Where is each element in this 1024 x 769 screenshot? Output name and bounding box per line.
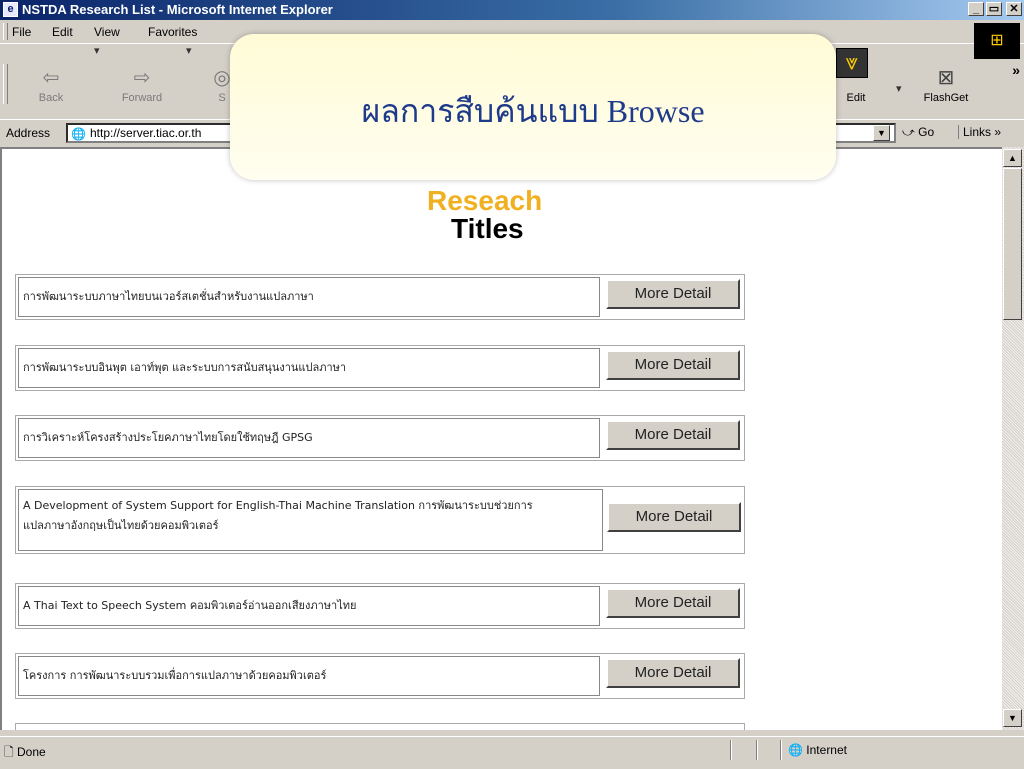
back-button[interactable]: ⇦ Back: [28, 64, 74, 104]
forward-label: Forward: [121, 92, 163, 104]
page-heading-titles: Titles: [451, 213, 524, 244]
table-row: การวิเคราะห์โครงสร้างประโยคภาษาไทยโดยใช้…: [15, 415, 745, 461]
scroll-up-button[interactable]: ▲: [1003, 149, 1022, 167]
status-bar: 🗋 Done 🌐 Internet: [0, 736, 1024, 769]
menu-edit[interactable]: Edit: [52, 25, 73, 39]
forward-arrow-icon: ⇨: [133, 67, 151, 89]
row-title: การวิเคราะห์โครงสร้างประโยคภาษาไทยโดยใช้…: [18, 418, 600, 458]
window-controls: _ ▭ ✕: [968, 2, 1022, 16]
minimize-button[interactable]: _: [968, 2, 984, 16]
more-detail-button[interactable]: More Detail: [606, 658, 740, 688]
stop-button[interactable]: ◎ S: [212, 64, 232, 104]
page-icon: 🌐: [71, 127, 86, 141]
menu-favorites[interactable]: Favorites: [148, 25, 197, 39]
back-arrow-icon: ⇦: [42, 67, 60, 89]
flashget-label: FlashGet: [923, 92, 969, 104]
address-label: Address: [6, 126, 51, 140]
more-detail-button[interactable]: More Detail: [606, 420, 740, 450]
stop-icon: ◎: [213, 67, 231, 89]
overlay-caption: ผลการสืบค้นแบบ Browse: [361, 93, 705, 129]
row-title-line2: แปลภาษาอังกฤษเป็นไทยด้วยคอมพิวเตอร์: [23, 519, 219, 532]
zone-label: Internet: [806, 743, 847, 757]
overlay-callout: ผลการสืบค้นแบบ Browse: [230, 34, 836, 180]
edit-dropdown-icon[interactable]: ▾: [896, 82, 902, 95]
forward-button[interactable]: ⇨ Forward: [112, 64, 172, 104]
ie-app-icon[interactable]: e: [3, 2, 18, 17]
toolbar-more-chevron[interactable]: »: [1012, 62, 1020, 78]
address-url: http://server.tiac.or.th: [90, 126, 202, 140]
table-row: A Thai Text to Speech System คอมพิวเตอร์…: [15, 583, 745, 629]
table-row: การพัฒนาระบบภาษาไทยบนเวอร์สเตชั่นสำหรับง…: [15, 274, 745, 320]
vertical-scrollbar[interactable]: ▲ ▼: [1002, 147, 1024, 730]
edit-label: Edit: [846, 92, 866, 104]
status-divider: [730, 740, 732, 760]
flashget-icon: ⊠: [937, 67, 955, 89]
scroll-down-button[interactable]: ▼: [1003, 709, 1022, 727]
row-title: A Thai Text to Speech System คอมพิวเตอร์…: [18, 586, 600, 626]
table-row: โครงการ การพัฒนาระบบรวมเพื่อการแปลภาษาด้…: [15, 653, 745, 699]
row-title-line1: A Development of System Support for Engl…: [23, 499, 533, 512]
more-detail-button[interactable]: More Detail: [607, 502, 741, 532]
page-content: Reseach Titles การพัฒนาระบบภาษาไทยบนเวอร…: [0, 147, 1002, 730]
go-button[interactable]: ⤻ Go: [902, 125, 934, 140]
back-label: Back: [38, 92, 64, 104]
menu-grip[interactable]: [3, 23, 8, 40]
table-row-partial: [15, 723, 745, 730]
links-button[interactable]: Links »: [958, 125, 1001, 139]
back-dropdown-icon[interactable]: ▾: [94, 44, 100, 57]
close-button[interactable]: ✕: [1006, 2, 1022, 16]
edit-button[interactable]: Edit: [836, 74, 876, 104]
menu-file[interactable]: File: [12, 25, 31, 39]
table-row: การพัฒนาระบบอินพุต เอาท์พุต และระบบการสน…: [15, 345, 745, 391]
page-status-icon: 🗋: [4, 745, 14, 759]
row-title: A Development of System Support for Engl…: [18, 489, 603, 551]
table-row: A Development of System Support for Engl…: [15, 486, 745, 554]
status-label: Done: [17, 745, 46, 759]
status-text: 🗋 Done: [4, 743, 46, 764]
menu-view[interactable]: View: [94, 25, 120, 39]
internet-globe-icon: 🌐: [788, 743, 803, 757]
status-divider: [756, 740, 758, 760]
go-label: Go: [918, 125, 935, 139]
security-zone: 🌐 Internet: [788, 743, 847, 757]
window-title: NSTDA Research List - Microsoft Internet…: [22, 2, 333, 17]
address-dropdown-icon[interactable]: ▼: [873, 125, 890, 141]
edit-icon[interactable]: ⩔: [836, 48, 868, 78]
forward-dropdown-icon[interactable]: ▾: [186, 44, 192, 57]
toolbar-grip[interactable]: [3, 64, 8, 104]
row-title: การพัฒนาระบบภาษาไทยบนเวอร์สเตชั่นสำหรับง…: [18, 277, 600, 317]
stop-label: S: [218, 92, 226, 104]
row-title: โครงการ การพัฒนาระบบรวมเพื่อการแปลภาษาด้…: [18, 656, 600, 696]
row-title: การพัฒนาระบบอินพุต เอาท์พุต และระบบการสน…: [18, 348, 600, 388]
more-detail-button[interactable]: More Detail: [606, 350, 740, 380]
status-divider: [780, 740, 782, 760]
title-bar: e NSTDA Research List - Microsoft Intern…: [0, 0, 1024, 20]
scroll-thumb[interactable]: [1003, 168, 1022, 320]
more-detail-button[interactable]: More Detail: [606, 279, 740, 309]
go-arrow-icon: ⤻: [902, 125, 915, 139]
more-detail-button[interactable]: More Detail: [606, 588, 740, 618]
flashget-button[interactable]: ⊠ FlashGet: [916, 64, 976, 104]
maximize-button[interactable]: ▭: [986, 2, 1002, 16]
